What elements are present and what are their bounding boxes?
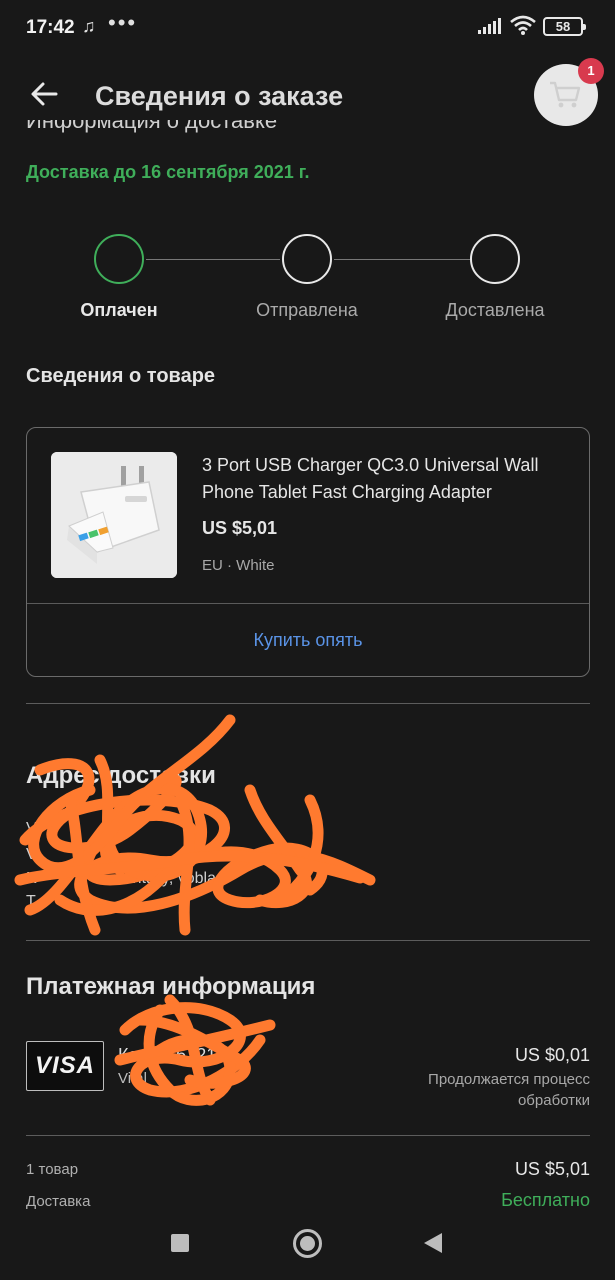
status-time: 17:42 (26, 17, 75, 38)
items-total-value: US $5,01 (514, 1159, 590, 1179)
step-shipped-circle (282, 234, 332, 284)
system-nav-bar (0, 1214, 615, 1280)
address-line: vitaliy, vobla (130, 870, 216, 887)
step-connector (146, 259, 280, 260)
visa-card-icon: VISA (26, 1041, 104, 1091)
partial-section-heading: Информация о доставке (26, 120, 278, 133)
product-price: US $5,01 (202, 518, 278, 538)
address-line: T (26, 893, 36, 910)
address-line: Vi (26, 846, 40, 863)
card-holder-name: Vital (118, 1070, 147, 1087)
signal-icon (478, 18, 501, 34)
buy-again-button[interactable]: Купить опять (27, 604, 589, 676)
cart-count-badge: 1 (578, 58, 604, 84)
step-paid-circle (94, 234, 144, 284)
payment-status: Продолжается процесс обработки (428, 1071, 590, 1109)
more-notifications-icon: ••• (108, 10, 138, 35)
delivery-cost-value: Бесплатно (501, 1190, 590, 1210)
step-shipped-label: Отправлена (256, 300, 358, 320)
address-section-title: Адрес доставки (26, 762, 216, 789)
product-image[interactable] (51, 452, 177, 578)
delivery-date: Доставка до 16 сентября 2021 г. (26, 162, 310, 182)
section-divider (26, 1135, 590, 1136)
step-connector (334, 259, 470, 260)
home-icon[interactable] (293, 1229, 322, 1258)
product-section-title: Сведения о товаре (26, 365, 216, 387)
step-delivered-label: Доставлена (445, 300, 545, 320)
back-arrow-icon[interactable] (26, 76, 62, 112)
charger-image (51, 452, 177, 578)
status-bar: 17:42 ♫ ••• 58 (0, 0, 615, 56)
page-title: Сведения о заказе (95, 81, 344, 111)
address-line: N (26, 870, 38, 887)
product-card[interactable]: 3 Port USB Charger QC3.0 Universal Wall … (26, 427, 590, 677)
step-paid-label: Оплачен (80, 300, 158, 320)
delivery-cost-label: Доставка (26, 1193, 91, 1210)
payment-amount: US $0,01 (514, 1045, 590, 1065)
product-name[interactable]: 3 Port USB Charger QC3.0 Universal Wall … (202, 452, 562, 506)
section-divider (26, 703, 590, 704)
product-variant: EU · White (202, 557, 275, 574)
cart-icon (550, 81, 581, 108)
battery-icon: 58 (543, 17, 586, 36)
wifi-icon (510, 15, 536, 35)
music-icon: ♫ (82, 16, 96, 36)
items-count-label: 1 товар (26, 1161, 79, 1178)
payment-section-title: Платежная информация (26, 973, 316, 1000)
battery-level: 58 (555, 19, 571, 34)
section-divider (26, 940, 590, 941)
step-delivered-circle (470, 234, 520, 284)
nav-back-icon[interactable] (424, 1233, 442, 1253)
address-line: Vi (26, 820, 40, 837)
card-number-label: Карта: 6721 (118, 1045, 217, 1065)
recent-apps-icon[interactable] (171, 1234, 189, 1252)
